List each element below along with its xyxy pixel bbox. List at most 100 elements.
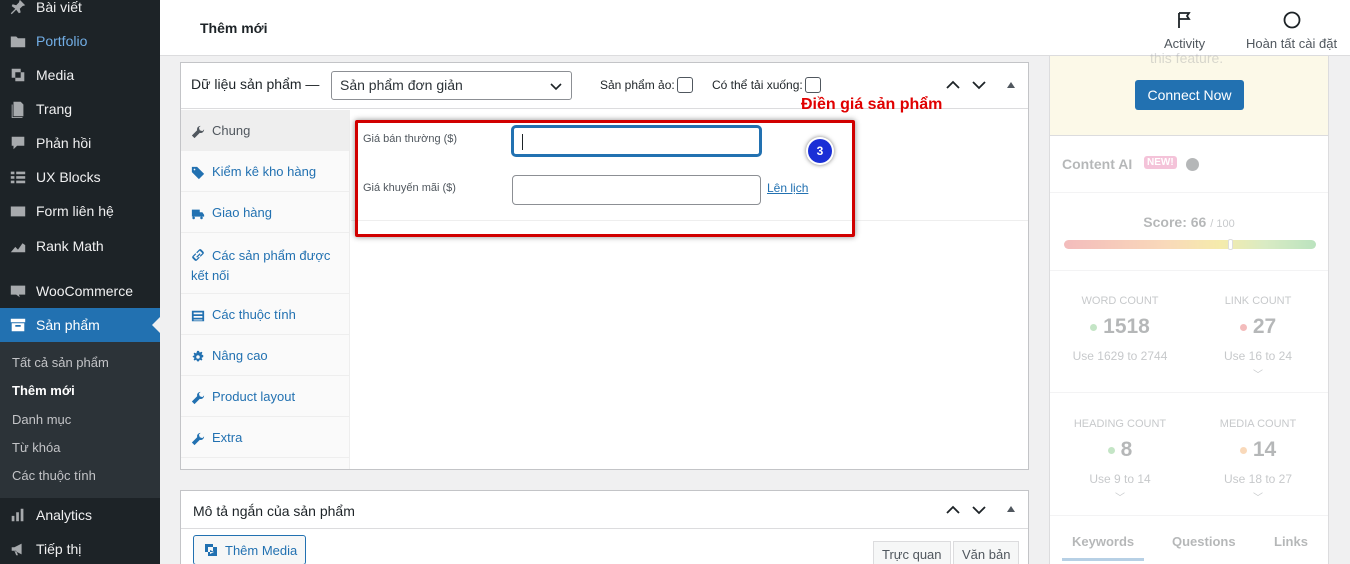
link-count-label: LINK COUNT xyxy=(1224,295,1292,307)
tab-general[interactable]: Chung xyxy=(181,110,350,151)
divider xyxy=(181,528,1028,529)
woo-icon xyxy=(8,281,28,301)
score-marker xyxy=(1228,239,1234,250)
sidebar-item-contact-form[interactable]: Form liên hệ xyxy=(0,194,160,228)
chevron-down-icon[interactable]: ﹀ xyxy=(1198,366,1318,381)
finish-setup-button[interactable]: Hoàn tất cài đặt xyxy=(1246,10,1337,51)
submenu-tags[interactable]: Từ khóa xyxy=(12,440,60,455)
pin-icon xyxy=(8,0,28,17)
heading-count-value: 8 xyxy=(1060,438,1180,462)
product-data-tabs: Chung Kiểm kê kho hàng Giao hàng Các sản… xyxy=(181,110,350,469)
tab-keywords[interactable]: Keywords xyxy=(1072,534,1134,549)
submenu-attributes[interactable]: Các thuộc tính xyxy=(12,468,96,483)
link-icon xyxy=(191,248,205,262)
submenu-add-new[interactable]: Thêm mới xyxy=(12,383,75,398)
table-icon xyxy=(191,309,205,323)
tab-advanced[interactable]: Nâng cao xyxy=(181,335,350,376)
sidebar-item-media[interactable]: Media xyxy=(0,58,160,92)
tab-visual[interactable]: Trực quan xyxy=(873,541,951,564)
highlight-box xyxy=(355,120,855,237)
tab-text[interactable]: Văn bản xyxy=(953,541,1020,564)
wrench-icon xyxy=(191,432,205,446)
status-dot xyxy=(1239,446,1247,454)
divider xyxy=(1050,192,1328,193)
downloadable-checkbox[interactable] xyxy=(804,77,821,93)
chart-icon xyxy=(8,236,28,256)
score-bar xyxy=(1064,240,1316,249)
score-label: Score: 66 / 100 xyxy=(1143,214,1235,230)
sidebar-item-products[interactable]: Sản phẩm xyxy=(0,308,160,342)
chevron-down-icon[interactable] xyxy=(971,502,987,518)
sidebar-item-ux-blocks[interactable]: UX Blocks xyxy=(0,160,160,194)
chevron-down-icon[interactable]: ﹀ xyxy=(1060,489,1180,504)
add-media-button[interactable]: Thêm Media xyxy=(193,535,306,564)
chevron-down-icon xyxy=(550,83,562,91)
virtual-checkbox-group: Sản phẩm ảo: xyxy=(600,77,693,93)
link-count-value: 27 xyxy=(1198,315,1318,339)
annotation-text: Điền giá sản phẩm xyxy=(801,96,943,113)
sidebar-item-comments[interactable]: Phản hồi xyxy=(0,126,160,160)
circle-icon xyxy=(1283,11,1300,29)
chevron-down-icon[interactable] xyxy=(971,77,987,93)
content-ai-title: Content AI xyxy=(1062,156,1133,172)
flag-icon xyxy=(1177,12,1191,28)
tab-inventory[interactable]: Kiểm kê kho hàng xyxy=(181,151,350,192)
tag-icon xyxy=(191,166,205,180)
sidebar-item-analytics[interactable]: Analytics xyxy=(0,498,160,532)
submenu-categories[interactable]: Danh mục xyxy=(12,412,71,427)
tab-attributes[interactable]: Các thuộc tính xyxy=(181,294,350,335)
media-icon xyxy=(205,544,217,556)
word-count-value: 1518 xyxy=(1060,315,1180,339)
bar-chart-icon xyxy=(8,505,28,525)
megaphone-icon xyxy=(8,539,28,559)
sidebar-item-posts[interactable]: Bài viết xyxy=(0,0,160,24)
tab-questions[interactable]: Questions xyxy=(1172,534,1236,549)
short-description-panel: Mô tả ngắn của sản phẩm Thêm Media Trực … xyxy=(180,490,1029,564)
mail-icon xyxy=(8,201,28,221)
wrench-icon xyxy=(191,125,205,139)
sidebar-item-portfolio[interactable]: Portfolio xyxy=(0,24,160,58)
product-type-select[interactable]: Sản phẩm đơn giản xyxy=(331,71,572,100)
chevron-up-icon[interactable] xyxy=(945,77,961,93)
word-count-label: WORD COUNT xyxy=(1081,295,1159,307)
chevron-down-icon[interactable]: ﹀ xyxy=(1198,489,1318,504)
comment-icon xyxy=(8,133,28,153)
gear-icon xyxy=(191,350,205,364)
divider xyxy=(1050,392,1328,393)
tab-extra[interactable]: Extra xyxy=(181,417,350,458)
sidebar-item-marketing[interactable]: Tiếp thị xyxy=(0,532,160,564)
tab-shipping[interactable]: Giao hàng xyxy=(181,192,350,233)
heading-count-label: HEADING COUNT xyxy=(1073,418,1167,430)
media-count-use: Use 18 to 27 xyxy=(1223,472,1293,486)
tab-linked-products[interactable]: Các sản phẩm được kết nối xyxy=(181,233,350,294)
activity-button[interactable]: Activity xyxy=(1164,10,1205,51)
sidebar-item-woocommerce[interactable]: WooCommerce xyxy=(0,274,160,308)
truck-icon xyxy=(191,207,205,221)
collapse-toggle-icon[interactable] xyxy=(1007,506,1015,512)
downloadable-checkbox-group: Có thể tải xuống: xyxy=(712,77,821,93)
info-icon[interactable] xyxy=(1186,158,1199,171)
divider xyxy=(1050,270,1328,271)
word-count-use: Use 1629 to 2744 xyxy=(1072,349,1168,363)
submenu-all-products[interactable]: Tất cả sản phẩm xyxy=(12,355,109,370)
connect-now-button[interactable]: Connect Now xyxy=(1135,80,1244,110)
collapse-toggle-icon[interactable] xyxy=(1007,82,1015,88)
top-header: Thêm mới Activity Hoàn tất cài đặt xyxy=(160,0,1350,56)
new-badge: NEW! xyxy=(1144,156,1177,169)
virtual-checkbox[interactable] xyxy=(676,77,693,93)
link-count-use: Use 16 to 24 xyxy=(1223,349,1293,363)
page-title: Thêm mới xyxy=(200,20,268,36)
product-data-title: Dữ liệu sản phẩm — xyxy=(191,76,320,92)
tab-links[interactable]: Links xyxy=(1274,534,1308,549)
sidebar-item-rank-math[interactable]: Rank Math xyxy=(0,229,160,263)
right-sidebar: this feature. Connect Now Content AI NEW… xyxy=(1049,50,1329,564)
archive-icon xyxy=(8,315,28,335)
tab-product-layout[interactable]: Product layout xyxy=(181,376,350,417)
step-badge: 3 xyxy=(808,139,832,163)
sidebar-item-pages[interactable]: Trang xyxy=(0,92,160,126)
heading-count-use: Use 9 to 14 xyxy=(1089,472,1151,486)
chevron-up-icon[interactable] xyxy=(945,502,961,518)
admin-sidebar: Bài viết Portfolio Media Trang Phản hồi … xyxy=(0,0,160,564)
status-dot xyxy=(1107,446,1115,454)
short-description-title: Mô tả ngắn của sản phẩm xyxy=(193,503,355,519)
